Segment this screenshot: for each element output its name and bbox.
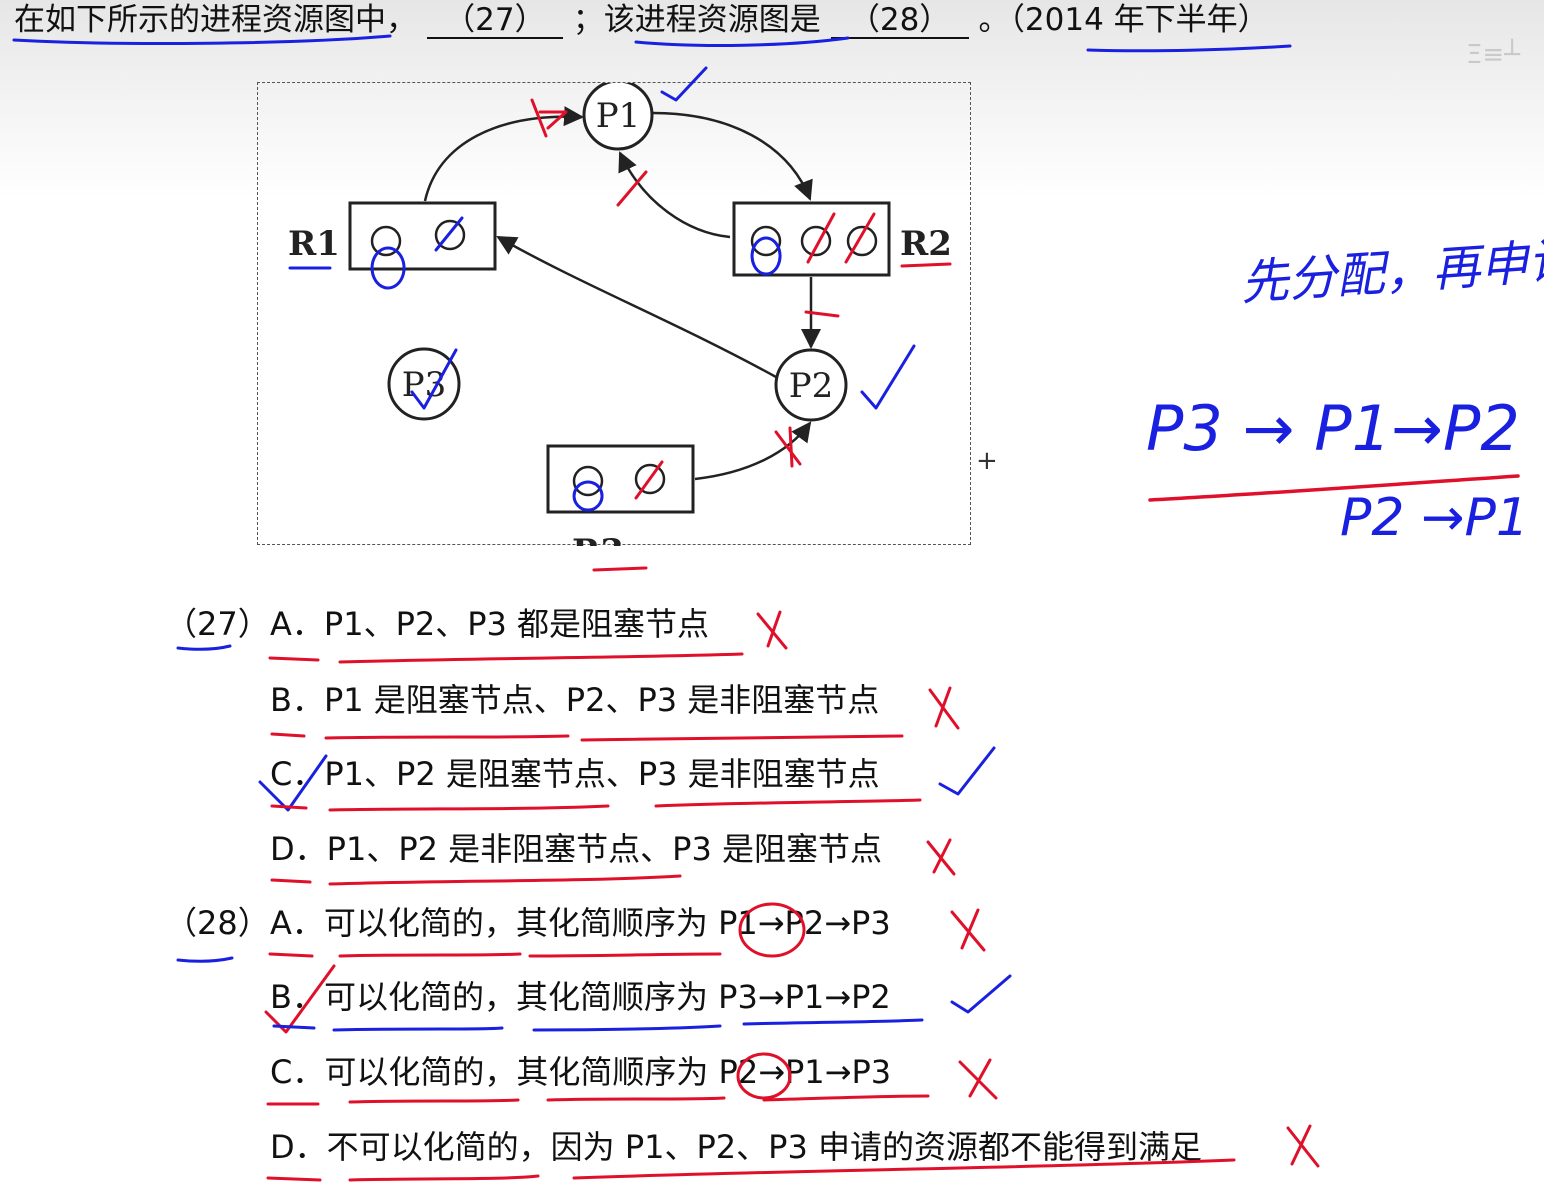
option-letter: C．	[270, 1053, 325, 1091]
ink-cross	[958, 1058, 998, 1100]
option-text: 可以化简的，其化简顺序为 P2→P1→P3	[324, 1053, 892, 1091]
process-node-p3: P3	[387, 347, 461, 421]
process-node-p2: P2	[774, 348, 848, 422]
ink-underline-r3	[592, 566, 648, 572]
option-letter: A．	[270, 605, 324, 643]
ink-cross	[926, 838, 956, 876]
option-letter: C．	[270, 755, 325, 793]
option-text: P1、P2 是阻塞节点、P3 是非阻塞节点	[324, 755, 880, 793]
ink-underline	[268, 652, 744, 664]
process-resource-graph: P1 P2 P3 R1 R2	[257, 82, 971, 546]
question-suffix: 。（2014 年下半年）	[978, 2, 1269, 38]
p2-label: P2	[789, 366, 834, 406]
handwritten-order-top: P3 → P1→P2	[1146, 392, 1520, 465]
option-text: 不可以化简的，因为 P1、P2、P3 申请的资源都不能得到满足	[326, 1128, 1202, 1166]
ink-cross	[756, 610, 788, 650]
resource-box-r3: R3	[546, 444, 695, 546]
ink-underline	[270, 798, 922, 812]
ink-underline-28	[176, 956, 234, 963]
option-letter: A．	[270, 904, 324, 942]
ink-underline-27	[176, 644, 232, 651]
resource-box-r2: R2	[732, 201, 952, 277]
q27-option-a[interactable]: A．P1、P2、P3 都是阻塞节点	[270, 604, 709, 644]
q28-option-a[interactable]: A．可以化简的，其化简顺序为 P1→P2→P3	[270, 903, 891, 943]
ink-check	[938, 746, 996, 796]
q28-option-c[interactable]: C．可以化简的，其化简顺序为 P2→P1→P3	[270, 1052, 891, 1092]
p1-label: P1	[596, 96, 641, 136]
blank-28: （28）	[830, 3, 969, 39]
option-text: P1、P2 是非阻塞节点、P3 是阻塞节点	[326, 830, 882, 868]
edge-r3-p2	[694, 421, 812, 481]
blank-27: （27）	[426, 3, 563, 39]
edge-r2-p1	[618, 151, 731, 239]
r1-label: R1	[288, 224, 340, 264]
q27-option-b[interactable]: B．P1 是阻塞节点、P2、P3 是非阻塞节点	[270, 680, 879, 720]
option-text: P1、P2、P3 都是阻塞节点	[323, 605, 710, 643]
ink-cross	[928, 686, 960, 730]
ink-underline	[270, 874, 682, 886]
ink-check	[950, 974, 1012, 1014]
handwritten-note: 先分配，再申请	[1238, 232, 1544, 312]
ink-underline	[266, 1094, 930, 1106]
q28-option-b[interactable]: B．可以化简的，其化简顺序为 P3→P1→P2	[270, 977, 891, 1017]
ink-underline	[268, 952, 722, 958]
question-28-number: （28）	[165, 904, 270, 942]
q27-option-d[interactable]: D．P1、P2 是非阻塞节点、P3 是阻塞节点	[270, 829, 882, 869]
option-letter: D．	[270, 830, 327, 868]
option-text: 可以化简的，其化简顺序为 P1→P2→P3	[323, 904, 891, 942]
r3-label: R3	[572, 532, 624, 546]
resource-box-r1: R1	[288, 201, 497, 271]
ink-underline	[272, 1018, 924, 1032]
ink-underline	[270, 732, 904, 742]
process-node-p1: P1	[582, 83, 654, 151]
option-letter: B．	[270, 681, 324, 719]
option-text: 可以化简的，其化简顺序为 P3→P1→P2	[323, 978, 891, 1016]
watermark-logo: Ξ≡┴	[1466, 40, 1520, 70]
p3-label: P3	[402, 365, 447, 405]
cursor-crosshair-icon: +	[976, 446, 998, 476]
ink-cross	[950, 908, 986, 952]
question-27-number: （27）	[165, 605, 270, 643]
handwritten-order-bottom: P2 →P1	[1340, 488, 1529, 548]
q27-option-c[interactable]: C．P1、P2 是阻塞节点、P3 是非阻塞节点	[270, 754, 880, 794]
option-letter: D．	[270, 1128, 327, 1166]
edge-r1-p1	[423, 106, 584, 202]
option-letter: B．	[270, 978, 324, 1016]
r2-label: R2	[900, 224, 952, 264]
q28-option-d[interactable]: D．不可以化简的，因为 P1、P2、P3 申请的资源都不能得到满足	[270, 1127, 1202, 1167]
ink-cross	[1286, 1124, 1320, 1168]
question-prefix: 在如下所示的进程资源图中，	[14, 2, 417, 38]
edge-p1-r2	[652, 111, 813, 201]
option-text: P1 是阻塞节点、P2、P3 是非阻塞节点	[323, 681, 880, 719]
question-middle: ；该进程资源图是	[572, 2, 821, 38]
question-text: 在如下所示的进程资源图中， （27） ；该进程资源图是 （28） 。（2014 …	[14, 0, 1269, 40]
